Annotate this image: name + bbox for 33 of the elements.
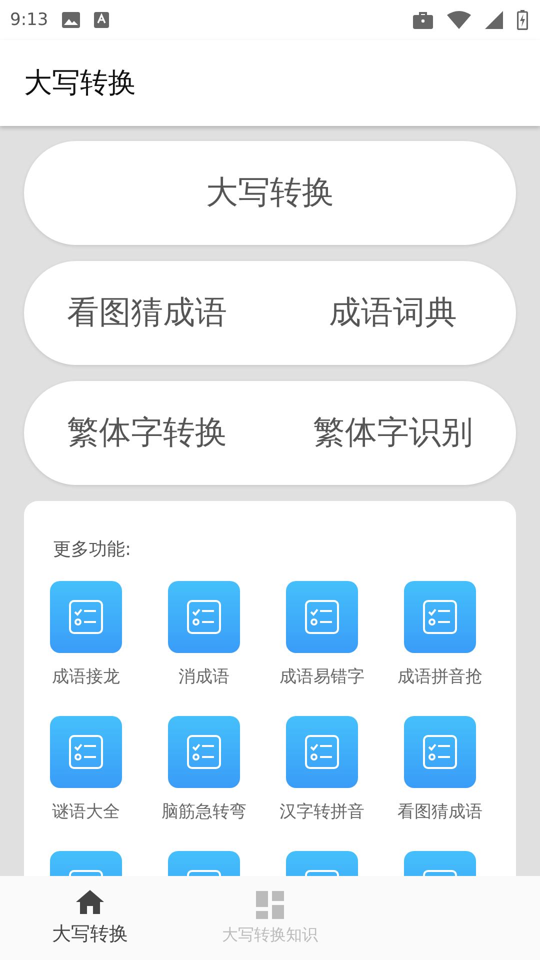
app-title: 大写转换 — [24, 65, 136, 101]
status-time: 9:13 — [10, 10, 48, 30]
battery-icon — [517, 10, 528, 30]
feature-label[interactable]: 脑筋急转弯 — [162, 800, 246, 823]
wifi-icon — [447, 11, 471, 29]
feature-label[interactable]: 消成语 — [178, 665, 230, 688]
home-icon — [75, 889, 105, 915]
menu-button[interactable]: 看图猜成语 — [24, 261, 270, 365]
checklist-icon[interactable] — [50, 716, 122, 788]
checklist-icon[interactable] — [404, 581, 476, 653]
checklist-icon[interactable] — [168, 581, 240, 653]
feature-label[interactable]: 谜语大全 — [52, 800, 120, 823]
dashboard-icon — [256, 890, 284, 918]
menu-button[interactable]: 繁体字识别 — [270, 381, 516, 485]
feature-label[interactable]: 汉字转拼音 — [280, 800, 364, 823]
checklist-icon[interactable] — [286, 716, 358, 788]
feature-label[interactable]: 成语拼音抢 — [398, 665, 482, 688]
text-icon — [94, 12, 110, 28]
menu-button[interactable]: 大写转换 — [24, 141, 516, 245]
section-title: 更多功能: — [53, 538, 132, 561]
menu-button[interactable]: 成语词典 — [270, 261, 516, 365]
feature-label[interactable]: 成语接龙 — [52, 665, 120, 688]
feature-label[interactable]: 看图猜成语 — [398, 800, 482, 823]
checklist-icon[interactable] — [286, 581, 358, 653]
image-icon — [62, 12, 80, 28]
checklist-icon[interactable] — [404, 716, 476, 788]
menu-button[interactable]: 繁体字转换 — [24, 381, 270, 485]
checklist-icon[interactable] — [50, 581, 122, 653]
checklist-icon[interactable] — [168, 716, 240, 788]
feature-label[interactable]: 成语易错字 — [280, 665, 364, 688]
briefcase-icon — [413, 11, 433, 29]
signal-icon — [485, 11, 503, 29]
nav-tab[interactable]: 大写转换 — [0, 876, 180, 960]
